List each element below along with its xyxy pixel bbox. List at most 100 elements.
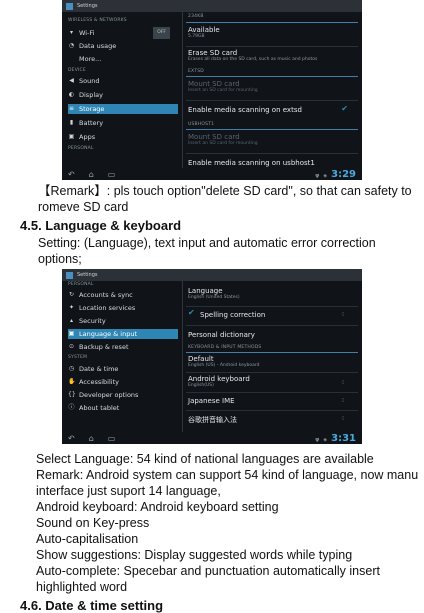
- sidebar-item-battery[interactable]: ▮ Battery: [68, 118, 178, 128]
- sidebar-item-sound[interactable]: ◀ Sound: [68, 76, 178, 86]
- apps-icon: ▣: [68, 133, 75, 140]
- sidebar-item-more[interactable]: More...: [68, 54, 178, 64]
- storage-top-size: 234KB: [188, 14, 204, 19]
- clock: ψ ◈ 3:29: [315, 168, 356, 180]
- erase-sd-card-option[interactable]: Erase SD card Erases all data on the SD …: [188, 49, 354, 62]
- sidebar-item-backup-reset[interactable]: ⊙ Backup & reset: [68, 342, 178, 352]
- section-heading-language-keyboard: 4.5. Language & keyboard: [20, 218, 182, 233]
- title-bar: Settings: [62, 0, 362, 12]
- section-keyboard-input: KEYBOARD & INPUT METHODS: [188, 345, 262, 350]
- spelling-correction-option[interactable]: Spelling correction: [200, 311, 354, 319]
- signal-icon: ◈: [323, 172, 328, 179]
- section-system: SYSTEM: [68, 355, 88, 360]
- sidebar-item-security[interactable]: ▴ Security: [68, 316, 178, 326]
- braces-icon: {}: [68, 391, 76, 398]
- home-icon[interactable]: ⌂: [89, 434, 94, 443]
- pane-divider: [182, 281, 183, 432]
- settings-icon: [66, 2, 73, 10]
- android-keyboard-option[interactable]: Android keyboard English(US): [188, 375, 354, 388]
- pinyin-ime-option[interactable]: 谷歌拼音输入法: [188, 415, 354, 425]
- sidebar-item-accounts-sync[interactable]: ↻ Accounts & sync: [68, 290, 178, 300]
- signal-icon: ◈: [323, 436, 328, 443]
- enable-media-scan-usbhost[interactable]: Enable media scanning on usbhost1: [188, 159, 354, 167]
- usb-icon: ψ: [315, 172, 320, 179]
- default-keyboard-option[interactable]: Default English (US) - Android keyboard: [188, 355, 354, 368]
- settings-sidebar: PERSONAL ↻ Accounts & sync ✦ Location se…: [68, 281, 178, 432]
- sidebar-item-apps[interactable]: ▣ Apps: [68, 132, 178, 142]
- backup-icon: ⊙: [68, 343, 75, 350]
- system-nav-bar: ↶ ⌂ ▭ ψ ◈ 3:29: [62, 168, 362, 180]
- personal-dictionary-option[interactable]: Personal dictionary: [188, 331, 354, 339]
- display-icon: ◐: [68, 91, 75, 98]
- body-line-1: Select Language: 54 kind of national lan…: [36, 452, 374, 466]
- body-line-8: Auto-complete: Specebar and punctuation …: [36, 564, 380, 578]
- storage-icon: ≡: [68, 105, 75, 112]
- recent-apps-icon[interactable]: ▭: [108, 170, 116, 179]
- mount-usb-option[interactable]: Mount SD card Insert an SD card for moun…: [188, 133, 354, 146]
- settings-sliders-icon[interactable]: ⫶⫶: [341, 380, 344, 386]
- home-icon[interactable]: ⌂: [89, 170, 94, 179]
- sidebar-item-about-tablet[interactable]: ⓘ About tablet: [68, 403, 178, 413]
- settings-sliders-icon[interactable]: ⫶⫶: [341, 416, 344, 422]
- sidebar-item-date-time[interactable]: ◷ Date & time: [68, 364, 178, 374]
- app-title: Settings: [77, 3, 98, 9]
- settings-icon: [66, 271, 73, 279]
- data-usage-icon: ◔: [68, 42, 75, 49]
- location-icon: ✦: [68, 304, 75, 311]
- sidebar-item-display[interactable]: ◐ Display: [68, 90, 178, 100]
- wifi-toggle[interactable]: OFF: [153, 27, 170, 39]
- recent-apps-icon[interactable]: ▭: [108, 434, 116, 443]
- section-personal: PERSONAL: [68, 146, 94, 151]
- language-option[interactable]: Language English (United States): [188, 287, 354, 300]
- sidebar-item-data-usage[interactable]: ◔ Data usage: [68, 41, 178, 51]
- checkbox-checked-icon[interactable]: ✔: [341, 104, 348, 113]
- back-icon[interactable]: ↶: [68, 434, 75, 443]
- body-line-3: interface just suport 14 language,: [36, 484, 221, 498]
- settings-sidebar: WIRELESS & NETWORKS ▾ Wi-Fi OFF ◔ Data u…: [68, 12, 178, 168]
- japanese-ime-option[interactable]: Japanese IME: [188, 397, 354, 405]
- body-line-4: Android keyboard: Android keyboard setti…: [36, 500, 279, 514]
- body-line-5: Sound on Key-press: [36, 516, 150, 530]
- sidebar-item-accessibility[interactable]: ✋ Accessibility: [68, 377, 178, 387]
- wifi-icon: ▾: [69, 29, 73, 36]
- storage-screenshot: Settings WIRELESS & NETWORKS ▾ Wi-Fi OFF…: [62, 0, 362, 180]
- sidebar-item-wifi[interactable]: ▾ Wi-Fi OFF: [68, 27, 178, 39]
- section-extsd: EXTSD: [188, 69, 204, 74]
- settings-sliders-icon[interactable]: ⫶⫶: [341, 312, 344, 318]
- language-panel: Language English (United States) ✔ Spell…: [186, 281, 358, 432]
- lock-icon: ▴: [69, 317, 73, 324]
- accessibility-icon: ✋: [68, 378, 76, 385]
- spelling-checked-icon[interactable]: ✔: [188, 308, 195, 317]
- clock-icon: ◷: [68, 365, 75, 372]
- back-icon[interactable]: ↶: [68, 170, 75, 179]
- body-line-9: highlighted word: [36, 580, 128, 594]
- setting-line-2: options;: [38, 252, 82, 266]
- sound-icon: ◀: [69, 77, 74, 84]
- section-heading-date-time: 4.6. Date & time setting: [20, 598, 164, 613]
- system-nav-bar: ↶ ⌂ ▭ ψ ◈ 3:31: [62, 432, 362, 444]
- sidebar-item-location-services[interactable]: ✦ Location services: [68, 303, 178, 313]
- section-personal: PERSONAL: [68, 282, 94, 287]
- pane-divider: [182, 12, 183, 168]
- remark-line-2: romeve SD card: [38, 200, 129, 214]
- sidebar-item-developer-options[interactable]: {} Developer options: [68, 390, 178, 400]
- info-icon: ⓘ: [68, 404, 75, 411]
- enable-media-scan-extsd[interactable]: Enable media scanning on extsd: [188, 106, 354, 114]
- storage-panel: 234KB Available 5.79GB Erase SD card Era…: [186, 12, 358, 168]
- sidebar-item-storage[interactable]: ≡ Storage: [68, 104, 178, 114]
- title-bar: Settings: [62, 269, 362, 281]
- available-row: Available 5.79GB: [188, 26, 220, 39]
- setting-line-1: Setting: (Language), text input and auto…: [38, 236, 376, 250]
- language-input-screenshot: Settings PERSONAL ↻ Accounts & sync ✦ Lo…: [62, 269, 362, 444]
- section-device: DEVICE: [68, 68, 86, 73]
- clock: ψ ◈ 3:31: [315, 432, 356, 444]
- section-wireless: WIRELESS & NETWORKS: [68, 18, 127, 23]
- mount-sd-card-option[interactable]: Mount SD card Insert an SD card for moun…: [188, 80, 354, 93]
- usb-icon: ψ: [315, 436, 320, 443]
- sidebar-item-language-input[interactable]: ▣ Language & input: [68, 329, 178, 339]
- section-usbhost: USBHOST1: [188, 122, 215, 127]
- app-title: Settings: [77, 272, 98, 278]
- settings-sliders-icon[interactable]: ⫶⫶: [341, 398, 344, 404]
- body-line-6: Auto-capitalisation: [36, 532, 139, 546]
- body-line-2: Remark: Android system can support 54 ki…: [36, 468, 419, 482]
